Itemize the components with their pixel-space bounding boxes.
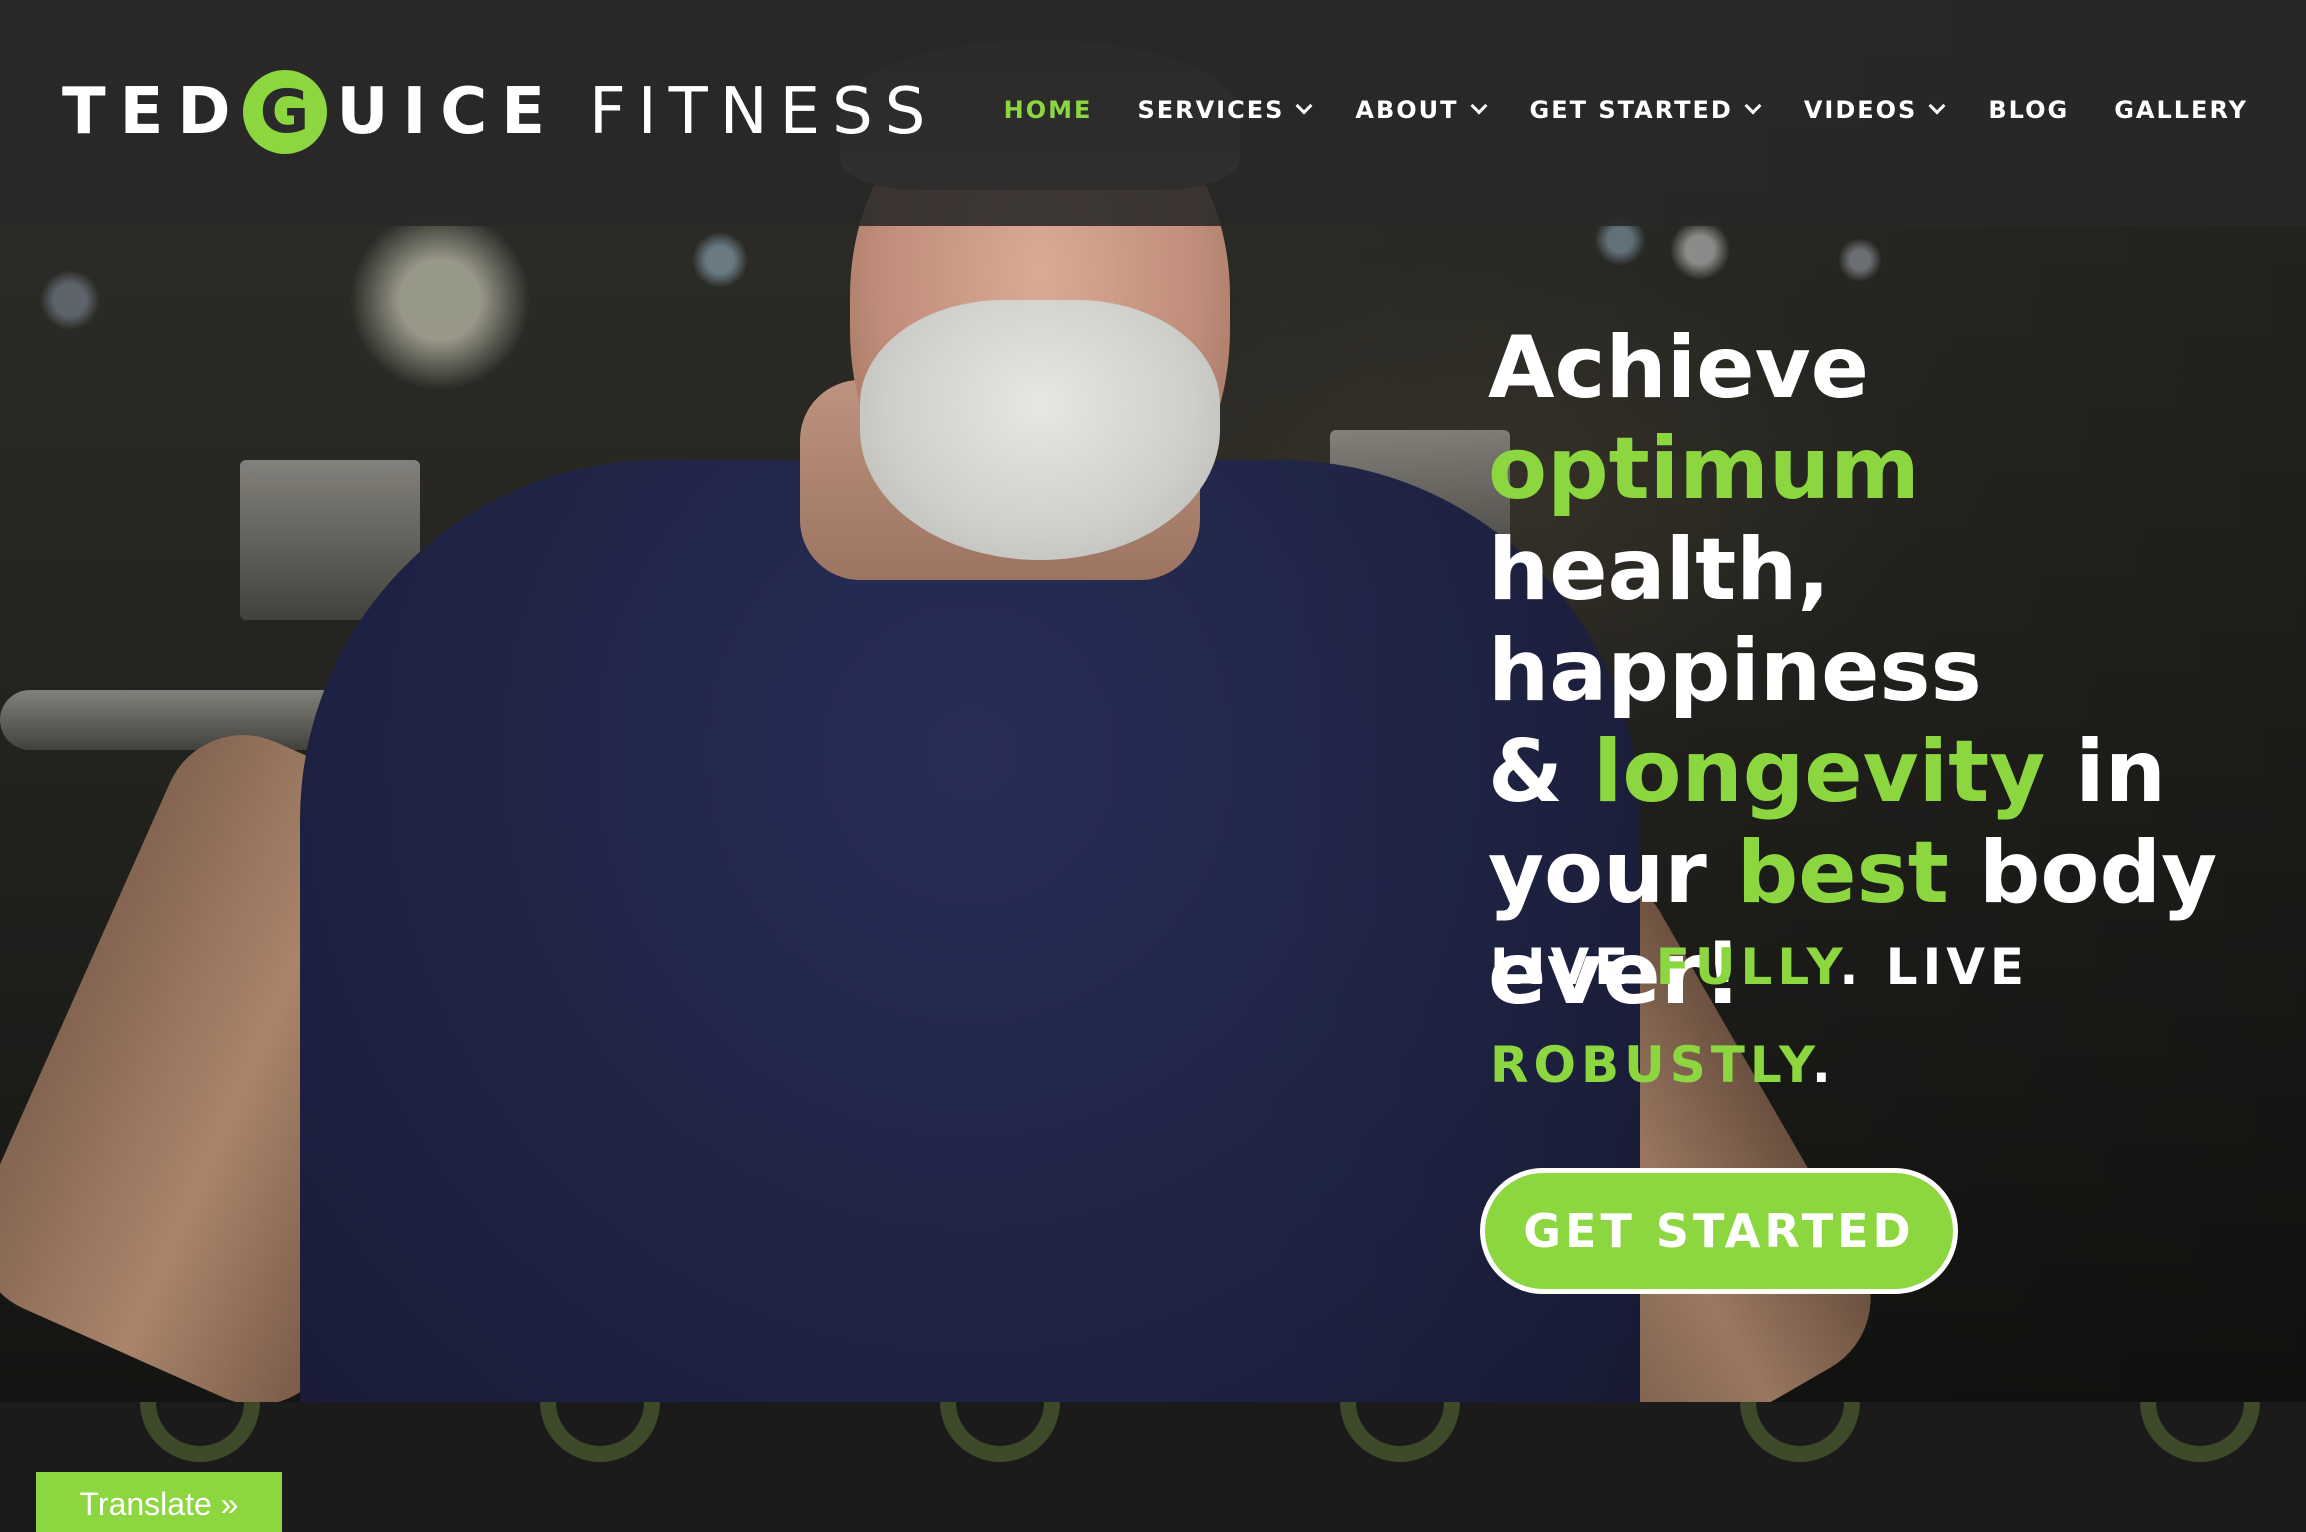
logo-g-icon: G [242,70,327,154]
nav-label: GET STARTED [1529,96,1733,124]
nav-label: VIDEOS [1803,96,1918,124]
g-logo-pattern-icon [1740,1402,1860,1462]
headline-highlight: optimum [1488,419,1920,519]
nav-item-get-started[interactable]: GET STARTED [1529,96,1762,124]
headline-word: in [2075,722,2166,822]
section-divider-strip [0,1402,2306,1532]
headline-word: body [1978,823,2218,923]
nav-label: ABOUT [1355,96,1459,124]
headline-word: your [1488,823,1707,923]
g-logo-pattern-icon [940,1402,1060,1462]
nav-item-home[interactable]: HOME [1004,96,1093,124]
logo-text-uice: UICE [336,75,559,149]
chevron-down-icon [1928,97,1946,115]
headline-highlight: best [1736,823,1949,923]
site-logo[interactable]: TED G UICE FITNESS [62,70,938,154]
tagline-highlight: ROBUSTLY [1490,1036,1812,1094]
headline-word: Achieve [1488,318,1869,418]
nav-label: BLOG [1988,96,2070,124]
tagline-word: . [1811,1036,1836,1094]
nav-item-videos[interactable]: VIDEOS [1803,96,1946,124]
nav-label: SERVICES [1137,96,1285,124]
nav-item-services[interactable]: SERVICES [1137,96,1313,124]
nav-label: HOME [1003,96,1093,124]
main-nav: HOME SERVICES ABOUT GET STARTED VIDEOS B… [959,96,2248,124]
chevron-down-icon [1744,97,1762,115]
g-logo-pattern-icon [140,1402,260,1462]
site-header: TED G UICE FITNESS HOME SERVICES ABOUT G… [0,0,2306,226]
headline-word: & [1488,722,1563,822]
nav-item-gallery[interactable]: GALLERY [2114,96,2248,124]
translate-button[interactable]: Translate » [36,1472,282,1532]
nav-item-about[interactable]: ABOUT [1355,96,1488,124]
logo-text-ted: TED [62,75,245,149]
nav-label: GALLERY [2114,96,2248,124]
hero-tagline: LIVE FULLY. LIVE ROBUSTLY. [1490,918,2190,1114]
nav-item-blog[interactable]: BLOG [1988,96,2069,124]
g-logo-pattern-icon [2140,1402,2260,1462]
chevron-down-icon [1295,97,1313,115]
tagline-highlight: FULLY [1655,938,1840,996]
g-logo-pattern-icon [540,1402,660,1462]
tagline-word: . LIVE [1839,938,2030,996]
logo-text-fitness: FITNESS [588,75,938,149]
tagline-word: LIVE [1490,938,1634,996]
headline-highlight: longevity [1592,722,2046,822]
g-logo-pattern-icon [1340,1402,1460,1462]
chevron-down-icon [1470,97,1488,115]
get-started-button[interactable]: GET STARTED [1480,1168,1958,1294]
headline-word: health, happiness [1488,520,1982,721]
